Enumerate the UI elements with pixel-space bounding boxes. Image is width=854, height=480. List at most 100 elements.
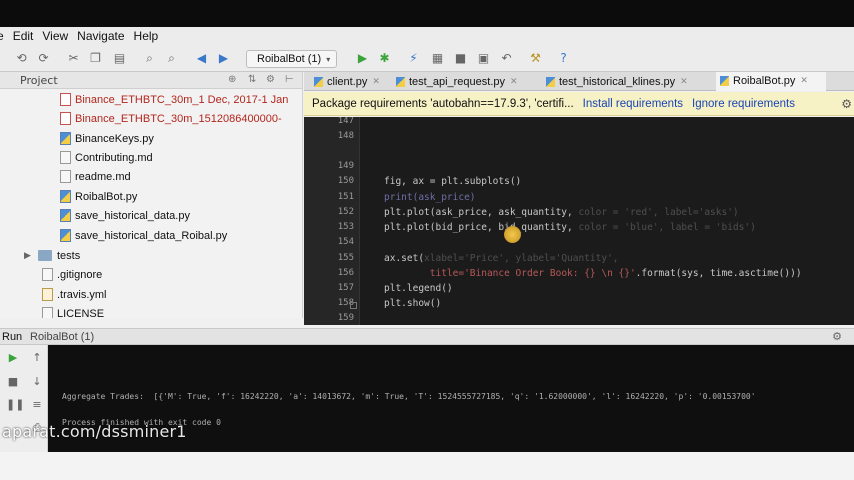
gear-icon[interactable]: ⚙ — [266, 74, 275, 85]
file-icon — [42, 268, 53, 281]
menu-file[interactable]: e — [0, 29, 4, 43]
python-file-icon — [60, 209, 71, 222]
python-file-icon — [60, 132, 71, 145]
tree-file[interactable]: readme.md — [60, 167, 131, 186]
close-icon[interactable]: ✕ — [800, 75, 808, 86]
debug-icon[interactable]: ✱ — [377, 51, 392, 66]
collapse-icon[interactable]: ⇅ — [248, 74, 256, 85]
replace-icon[interactable]: ⌕ — [164, 51, 179, 66]
locate-icon[interactable]: ⊕ — [228, 74, 236, 85]
markdown-file-icon — [60, 151, 71, 164]
project-panel-title[interactable]: Project — [20, 74, 58, 87]
install-requirements-link[interactable]: Install requirements — [583, 98, 683, 110]
code-token: plt.plot(bid_price, bid_quantity, — [384, 222, 573, 233]
tree-file[interactable]: BinanceKeys.py — [60, 129, 154, 148]
tab-test-historical-klines[interactable]: test_historical_klines.py ✕ — [542, 72, 688, 91]
pause-icon[interactable]: ❚❚ — [6, 398, 24, 411]
code-line: plt.legend() — [384, 283, 453, 294]
gear-icon[interactable]: ⚙ — [841, 97, 852, 111]
line-number: 156 — [337, 268, 354, 278]
console-output-line: Aggregate Trades: [{'M': True, 'f': 1624… — [62, 392, 756, 401]
tree-file[interactable]: .travis.yml — [42, 285, 107, 304]
run-config-tab[interactable]: RoibalBot (1) — [30, 331, 94, 343]
code-line: ax.set(xlabel='Price', ylabel='Quantity'… — [384, 253, 619, 264]
fold-marker[interactable] — [350, 302, 357, 309]
tab-test-api-request[interactable]: test_api_request.py ✕ — [392, 72, 518, 91]
tab-roibalbot[interactable]: RoibalBot.py ✕ — [716, 72, 826, 91]
scroll-up-icon[interactable]: ↑ — [30, 351, 44, 364]
python-file-icon — [60, 190, 71, 203]
line-number-gutter: 147 148 149 150 151 152 153 154 155 156 … — [304, 117, 360, 325]
line-number: 151 — [337, 192, 354, 202]
back-icon[interactable]: ⟲ — [14, 51, 29, 66]
help-icon[interactable]: ? — [556, 51, 571, 66]
forward-icon[interactable]: ⟳ — [36, 51, 51, 66]
tree-file[interactable]: Contributing.md — [60, 148, 153, 167]
python-file-icon — [396, 76, 405, 87]
settings-icon[interactable]: ⚒ — [528, 51, 543, 66]
tree-file[interactable]: Binance_ETHBTC_30m_1512086400000- — [60, 109, 282, 128]
menu-navigate[interactable]: Navigate — [77, 29, 124, 43]
close-icon[interactable]: ✕ — [510, 76, 518, 87]
cut-icon[interactable]: ✂ — [66, 51, 81, 66]
vcs-icon[interactable]: ▣ — [476, 51, 491, 66]
line-number: 159 — [337, 313, 354, 323]
code-line: print(ask_price) — [384, 192, 476, 203]
line-number: 155 — [337, 253, 354, 263]
code-token: xlabel='Price', ylabel='Quantity', — [424, 253, 619, 264]
python-file-icon — [546, 76, 555, 87]
revert-icon[interactable]: ↶ — [499, 51, 514, 66]
soft-wrap-icon[interactable]: ≡ — [30, 398, 44, 411]
mouse-cursor-highlight — [504, 226, 521, 243]
run-panel-header: Run RoibalBot (1) ⚙ — [0, 328, 854, 345]
run-panel-label[interactable]: Run — [2, 331, 22, 343]
run-config-selector[interactable]: RoibalBot (1) — [246, 50, 338, 68]
stop-icon[interactable]: ■ — [453, 51, 468, 66]
yaml-file-icon — [42, 288, 53, 301]
line-number: 152 — [337, 207, 354, 217]
chevron-right-icon[interactable]: ▶ — [24, 250, 31, 261]
code-editor[interactable]: 147 148 149 150 151 152 153 154 155 156 … — [304, 117, 854, 325]
rerun-icon[interactable]: ▶ — [6, 351, 20, 364]
line-number: 150 — [337, 176, 354, 186]
tree-file[interactable]: LICENSE — [42, 304, 104, 318]
nav-back-icon[interactable]: ◀ — [194, 51, 209, 66]
tree-file[interactable]: .gitignore — [42, 265, 102, 284]
paste-icon[interactable]: ▤ — [112, 51, 127, 66]
hide-icon[interactable]: ⊢ — [285, 74, 294, 85]
tree-file[interactable]: save_historical_data.py — [60, 206, 190, 225]
tree-folder-tests[interactable]: ▶ tests — [24, 246, 80, 265]
scroll-down-icon[interactable]: ↓ — [30, 375, 44, 388]
code-token: print(ask_price) — [384, 192, 476, 203]
code-line: plt.plot(bid_price, bid_quantity, color … — [384, 222, 756, 233]
menu-help[interactable]: Help — [134, 29, 159, 43]
code-line: title='Binance Order Book: {} \n {}'.for… — [384, 268, 802, 279]
project-panel: Project ⊕ ⇅ ⚙ ⊢ Binance_ETHBTC_30m_1 Dec… — [0, 72, 303, 318]
code-token: ax.set( — [384, 253, 425, 264]
tab-client[interactable]: client.py ✕ — [310, 72, 380, 91]
file-icon — [42, 307, 53, 318]
video-top-bar — [0, 0, 854, 27]
close-icon[interactable]: ✕ — [372, 76, 380, 87]
copy-icon[interactable]: ❐ — [88, 51, 103, 66]
coverage-icon[interactable]: ▦ — [430, 51, 445, 66]
code-line: plt.plot(ask_price, ask_quantity, color … — [384, 207, 739, 218]
code-token: color = 'red', label='asks') — [578, 207, 739, 218]
status-bar — [0, 452, 854, 480]
ignore-requirements-link[interactable]: Ignore requirements — [692, 98, 795, 110]
nav-forward-icon[interactable]: ▶ — [216, 51, 231, 66]
menu-edit[interactable]: Edit — [13, 29, 34, 43]
menu-view[interactable]: View — [42, 29, 68, 43]
run-icon[interactable]: ▶ — [355, 51, 370, 66]
find-icon[interactable]: ⌕ — [142, 51, 157, 66]
tree-file[interactable]: RoibalBot.py — [60, 187, 137, 206]
stop-icon[interactable]: ■ — [6, 375, 20, 388]
profile-icon[interactable]: ⚡ — [406, 51, 421, 66]
gear-icon[interactable]: ⚙ — [832, 330, 842, 343]
tree-file[interactable]: save_historical_data_Roibal.py — [60, 226, 227, 245]
notice-text: Package requirements 'autobahn==17.9.3',… — [312, 97, 574, 110]
line-number: 148 — [337, 131, 354, 141]
close-icon[interactable]: ✕ — [680, 76, 688, 87]
tree-file[interactable]: Binance_ETHBTC_30m_1 Dec, 2017-1 Jan — [60, 90, 288, 109]
menu-bar: e Edit View Navigate Help — [0, 27, 854, 45]
